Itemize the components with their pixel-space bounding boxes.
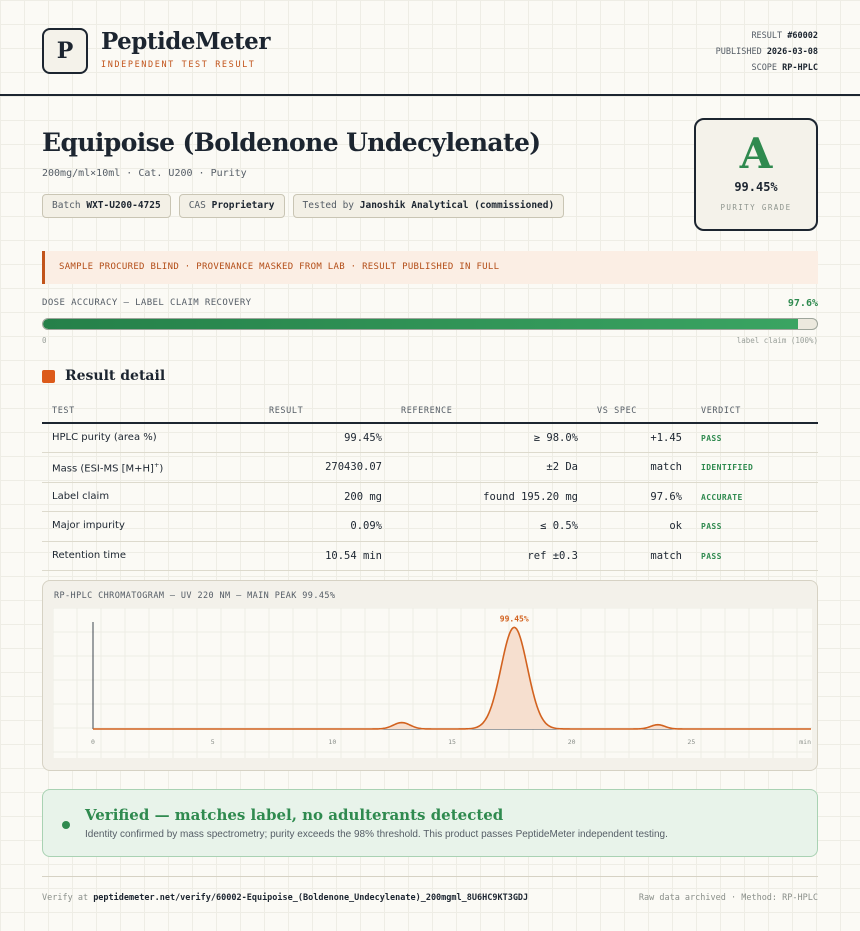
cell-test: Label claim xyxy=(52,490,110,502)
x-tick-label: 10 xyxy=(328,738,336,746)
cell-verdict: ACCURATE xyxy=(701,492,743,502)
result-id: #60002 xyxy=(787,31,818,41)
cell-test: Retention time xyxy=(52,549,126,561)
chromatogram-title: RP-HPLC CHROMATOGRAM — UV 220 NM — MAIN … xyxy=(54,591,336,601)
verify-line: Verify at peptidemeter.net/verify/60002-… xyxy=(42,893,529,903)
dose-max-label: label claim (100%) xyxy=(736,336,818,345)
cell-test: Major impurity xyxy=(52,520,125,532)
chromatogram-chart: 99.45% 0 5 10 15 20 25 min xyxy=(53,608,812,758)
header-verdict: VERDICT xyxy=(701,406,742,416)
page-header: P PeptideMeter INDEPENDENT TEST RESULT R… xyxy=(0,0,860,96)
verified-title: Verified — matches label, no adulterants… xyxy=(85,806,504,824)
dose-accuracy-label: DOSE ACCURACY — LABEL CLAIM RECOVERY xyxy=(42,298,252,308)
cell-verdict: IDENTIFIED xyxy=(701,463,754,473)
cell-vs-spec: match xyxy=(650,549,682,562)
table-row: Label claim 200 mg found 195.20 mg 97.6%… xyxy=(42,483,818,513)
table-header: TEST RESULT REFERENCE VS SPEC VERDICT xyxy=(42,399,818,424)
batch-chip: Batch WXT-U200-4725 xyxy=(42,194,171,218)
cell-reference: ±2 Da xyxy=(546,461,578,474)
cell-vs-spec: match xyxy=(650,461,682,474)
header-test: TEST xyxy=(52,406,75,416)
section-marker-icon xyxy=(42,370,55,383)
dose-min-label: 0 xyxy=(42,336,47,345)
header-reference: REFERENCE xyxy=(401,406,453,416)
x-tick-label: 5 xyxy=(211,738,215,746)
cell-result: 10.54 min xyxy=(325,549,382,562)
cell-verdict: PASS xyxy=(701,434,722,443)
x-tick-label: 25 xyxy=(687,738,695,746)
scope-line: SCOPE RP-HPLC xyxy=(751,63,818,73)
brand-tagline: INDEPENDENT TEST RESULT xyxy=(101,60,256,70)
published-date: 2026-03-08 xyxy=(766,47,818,57)
footer-divider xyxy=(42,876,818,877)
header-result: RESULT xyxy=(269,406,304,416)
scope-value: RP-HPLC xyxy=(782,63,818,73)
verified-dot-icon xyxy=(62,821,70,829)
dose-accuracy-value: 97.6% xyxy=(787,298,818,309)
verify-link[interactable]: peptidemeter.net/verify/60002-Equipoise_… xyxy=(93,893,528,903)
cell-result: 0.09% xyxy=(350,520,382,533)
x-unit-label: min xyxy=(799,738,811,746)
logo-icon: P xyxy=(42,28,88,74)
cell-result: 99.45% xyxy=(344,432,382,444)
header-vs-spec: VS SPEC xyxy=(597,406,638,416)
cell-reference: ≤ 0.5% xyxy=(540,520,578,533)
verified-subtitle: Identity confirmed by mass spectrometry;… xyxy=(85,829,668,840)
x-tick-label: 20 xyxy=(568,738,576,746)
table-row: HPLC purity (area %) 99.45% ≥ 98.0% +1.4… xyxy=(42,424,818,454)
cell-reference: found 195.20 mg xyxy=(483,490,578,503)
cell-vs-spec: +1.45 xyxy=(650,432,682,444)
x-tick-label: 0 xyxy=(91,738,95,746)
cell-verdict: PASS xyxy=(701,522,722,532)
footer-method: Raw data archived · Method: RP-HPLC xyxy=(638,893,818,903)
table-row: Retention time 10.54 min ref ±0.3 match … xyxy=(42,542,818,571)
grade-letter: A xyxy=(739,129,773,178)
provenance-banner: SAMPLE PROCURED BLIND · PROVENANCE MASKE… xyxy=(42,251,818,284)
table-row: Mass (ESI-MS [M+H]+) 270430.07 ±2 Da mat… xyxy=(42,453,818,483)
dose-accuracy-bar xyxy=(42,318,818,330)
page-title: Equipoise (Boldenone Undecylenate) xyxy=(42,128,541,157)
section-title: Result detail xyxy=(65,368,166,384)
cell-reference: ≥ 98.0% xyxy=(533,432,578,444)
cas-chip: CAS Proprietary xyxy=(178,194,285,218)
cell-vs-spec: 97.6% xyxy=(650,490,682,503)
grade-label: PURITY GRADE xyxy=(720,203,792,212)
verified-panel: Verified — matches label, no adulterants… xyxy=(42,789,818,857)
tested-by-chip: Tested by Janoshik Analytical (commissio… xyxy=(292,194,565,218)
dose-accuracy-fill xyxy=(43,319,799,329)
chart-background xyxy=(53,608,812,758)
product-chips: Batch WXT-U200-4725 CAS Proprietary Test… xyxy=(42,194,565,218)
peak-label: 99.45% xyxy=(500,614,529,623)
cell-vs-spec: ok xyxy=(669,520,682,533)
table-row: Major impurity 0.09% ≤ 0.5% ok PASS xyxy=(42,512,818,542)
product-subtitle: 200mg/ml×10ml · Cat. U200 · Purity xyxy=(42,168,247,179)
cell-test: HPLC purity (area %) xyxy=(52,432,157,443)
result-table: TEST RESULT REFERENCE VS SPEC VERDICT HP… xyxy=(42,399,818,571)
cell-verdict: PASS xyxy=(701,551,722,561)
chromatogram-panel: RP-HPLC CHROMATOGRAM — UV 220 NM — MAIN … xyxy=(42,580,818,771)
cell-result: 270430.07 xyxy=(325,461,382,474)
published-line: PUBLISHED 2026-03-08 xyxy=(715,47,818,57)
cell-test: Mass (ESI-MS [M+H]+) xyxy=(52,461,164,475)
grade-value: 99.45% xyxy=(734,180,778,194)
result-id-line: RESULT #60002 xyxy=(751,31,818,41)
cell-result: 200 mg xyxy=(344,490,382,503)
cell-reference: ref ±0.3 xyxy=(527,549,578,562)
brand-name: PeptideMeter xyxy=(101,28,270,55)
x-tick-label: 15 xyxy=(448,738,456,746)
purity-grade-card: A 99.45% PURITY GRADE xyxy=(694,118,818,231)
result-meta: RESULT #60002 PUBLISHED 2026-03-08 SCOPE… xyxy=(716,28,818,76)
